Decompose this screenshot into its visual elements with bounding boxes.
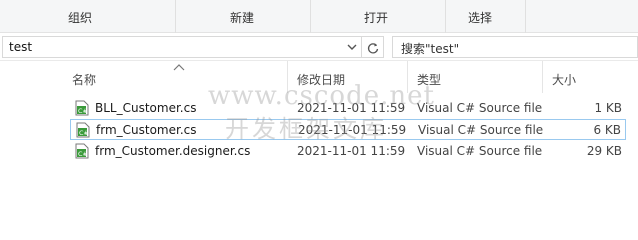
refresh-button[interactable]	[362, 36, 384, 58]
search-input[interactable]: 搜索"test"	[401, 40, 459, 57]
ribbon-groups: 组织 新建 打开 选择	[0, 0, 638, 33]
svg-text:C#: C#	[78, 150, 88, 158]
watermark-text: 开发框架文库	[225, 115, 387, 143]
column-header-size[interactable]: 大小	[543, 61, 638, 93]
address-row: test 搜索"test"	[0, 33, 638, 61]
file-name: frm_Customer.cs	[96, 123, 197, 137]
csharp-file-icon: C#	[75, 100, 89, 116]
address-path: test	[9, 40, 33, 54]
ribbon-group-new[interactable]: 新建	[230, 9, 254, 26]
search-box[interactable]: 搜索"test"	[392, 36, 638, 58]
ribbon-group-select[interactable]: 选择	[468, 9, 492, 26]
column-header-label: 大小	[552, 73, 577, 87]
file-size: 6 KB	[593, 123, 621, 137]
file-type: Visual C# Source file	[417, 101, 543, 115]
divider	[445, 0, 446, 33]
divider	[310, 0, 311, 33]
address-bar[interactable]: test	[2, 36, 362, 58]
file-date: 2021-11-01 11:59	[297, 144, 406, 158]
csharp-file-icon: C#	[75, 143, 89, 159]
file-name: BLL_Customer.cs	[95, 101, 197, 115]
column-header-label: 名称	[72, 73, 97, 87]
file-size: 1 KB	[594, 101, 622, 115]
file-name: frm_Customer.designer.cs	[95, 144, 251, 158]
divider	[525, 0, 526, 33]
divider	[175, 0, 176, 33]
file-type: Visual C# Source file	[417, 144, 543, 158]
csharp-file-icon: C#	[76, 122, 90, 138]
refresh-icon	[367, 43, 379, 54]
ribbon-group-open[interactable]: 打开	[364, 9, 388, 26]
file-row[interactable]: C# frm_Customer.designer.cs 2021-11-01 1…	[70, 141, 626, 162]
ribbon-group-organize[interactable]: 组织	[68, 9, 92, 26]
file-size: 29 KB	[586, 144, 622, 158]
watermark-url: www.cscode.net	[208, 81, 435, 111]
chevron-down-icon[interactable]	[345, 40, 359, 54]
svg-text:C#: C#	[79, 129, 89, 137]
file-type: Visual C# Source file	[418, 123, 544, 137]
svg-text:C#: C#	[78, 107, 88, 115]
